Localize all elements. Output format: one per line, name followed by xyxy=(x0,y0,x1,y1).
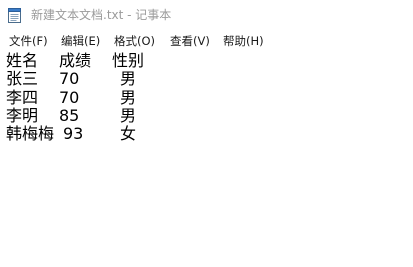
row-score: 85 xyxy=(59,106,80,125)
row-score: 70 xyxy=(59,88,80,107)
title-bar[interactable]: 新建文本文档.txt - 记事本 xyxy=(0,0,413,31)
header-name: 姓名 xyxy=(6,51,39,70)
row-name: 李四 xyxy=(6,88,39,107)
text-editor-area[interactable]: 姓名 成绩 性别 张三 70 男 李四 70 男 李明 85 男 韩梅梅 93 … xyxy=(0,51,413,267)
row-score: 70 xyxy=(59,69,80,88)
menu-help[interactable]: 帮助(H) xyxy=(223,33,264,49)
row-score: 93 xyxy=(63,124,84,143)
notepad-icon xyxy=(8,7,21,23)
window-title: 新建文本文档.txt - 记事本 xyxy=(31,8,172,22)
row-name: 张三 xyxy=(6,69,39,88)
row-name: 李明 xyxy=(6,106,39,125)
row-gender: 女 xyxy=(120,124,137,143)
header-gender: 性别 xyxy=(112,51,145,70)
menu-bar: 文件(F) 编辑(E) 格式(O) 查看(V) 帮助(H) xyxy=(0,31,413,51)
menu-edit[interactable]: 编辑(E) xyxy=(61,33,100,49)
row-gender: 男 xyxy=(120,88,137,107)
row-gender: 男 xyxy=(120,69,137,88)
menu-view[interactable]: 查看(V) xyxy=(170,33,210,49)
menu-format[interactable]: 格式(O) xyxy=(114,33,155,49)
row-gender: 男 xyxy=(120,106,137,125)
row-name: 韩梅梅 xyxy=(6,124,55,143)
menu-file[interactable]: 文件(F) xyxy=(9,33,48,49)
header-score: 成绩 xyxy=(59,51,92,70)
notepad-window: 新建文本文档.txt - 记事本 文件(F) 编辑(E) 格式(O) 查看(V)… xyxy=(0,0,413,267)
